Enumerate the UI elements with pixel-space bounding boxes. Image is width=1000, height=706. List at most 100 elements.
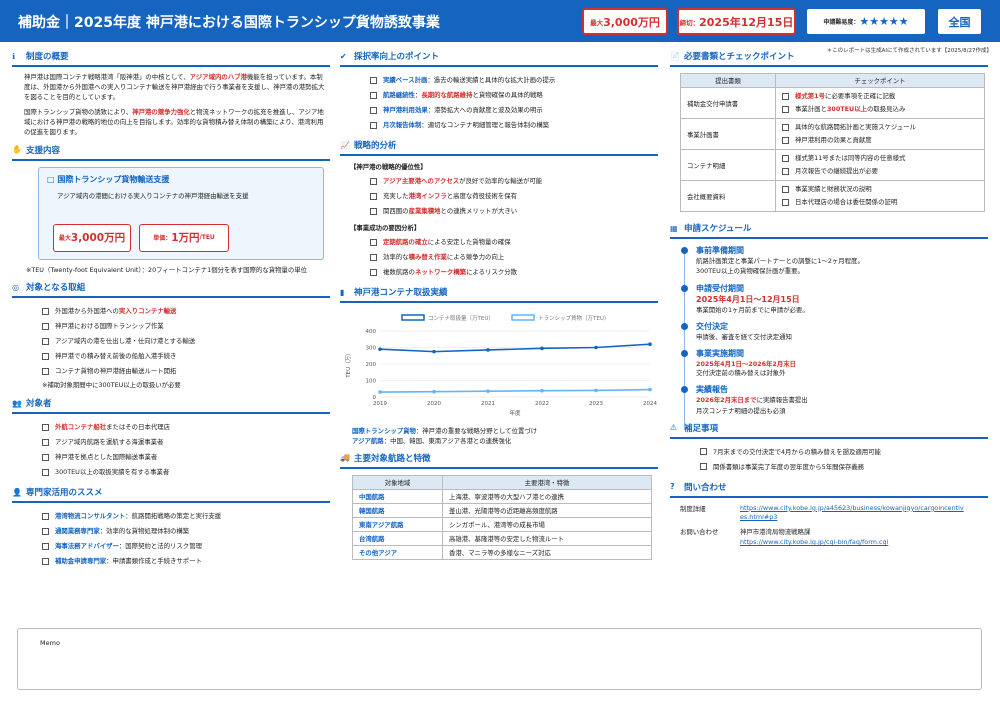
list-item: 300TEU以上の取扱実績を有する事業者 xyxy=(42,465,330,480)
handshake-icon: ✋ xyxy=(12,145,22,155)
data-point xyxy=(540,388,544,393)
chart-icon: 📈 xyxy=(340,140,350,150)
eligible-list: 外航コンテナ船社またはその日本代理店 アジア域内航路を運航する海運事業者 神戸港… xyxy=(42,420,330,480)
x-axis-label: 年度 xyxy=(509,409,521,417)
series-line xyxy=(379,388,651,393)
routes-table: 対象地域 主要港湾・特徴 中国航路 上海港、寧波港等の大型ハブ港との連携 韓国航路釜… xyxy=(352,474,652,560)
detail-link[interactable]: https://www.city.kobe.lg.jp/a45623/busin… xyxy=(740,504,965,523)
legend-swatch xyxy=(401,314,425,321)
target-icon: ◎ xyxy=(12,282,19,292)
list-item: 関西圏の産業集積地との連携メリットが大きい xyxy=(370,204,658,219)
max-amount-badge: 最大 3,000万円 xyxy=(582,8,668,35)
truck-icon: 🚚 xyxy=(340,453,350,463)
chart-note-1: 国際トランシップ貨物：神戸港の重要な戦略分野として位置づけ xyxy=(352,427,538,435)
table-row: 事業計画書 具体的な航路開拓計画と実施スケジュール 神戸港利用の効果と貢献度 xyxy=(680,118,985,150)
y-tick-label: 100 xyxy=(366,379,377,385)
page-title: 補助金｜2025年度 神戸港における国際トランシップ貨物誘致事業 xyxy=(18,15,440,31)
data-point xyxy=(594,345,598,350)
table-row: 東南アジア航路 シンガポール、港湾等の成長市場 xyxy=(352,516,652,532)
section-docs: 📄 必要書類とチェックポイント xyxy=(670,50,988,67)
left-column: ℹ 制度の概要 神戸港は国際コンテナ戦略港湾「阪神港」の中核として、アジア域内のハ… xyxy=(12,48,330,569)
section-routes: 🚚 主要対象航路と特徴 xyxy=(340,452,658,469)
table-row: 韓国航路 釜山港、光陽港等の近距離高頻度航路 xyxy=(352,502,652,518)
section-points: ✔ 採択率向上のポイント xyxy=(340,50,658,67)
warning-icon: ⚠ xyxy=(670,423,678,433)
person-icon: 👤 xyxy=(12,487,22,497)
timeline: 事前準備期間 航路計画策定と事業パートナーとの調整に1〜2ヶ月程度。 300TEU以… xyxy=(676,245,988,429)
y-axis-label: TEU（万） xyxy=(345,350,352,378)
faq-link[interactable]: https://www.city.kobe.lg.jp/cgi-bin/faq/… xyxy=(740,538,888,546)
section-eligible: 👥 対象者 xyxy=(12,397,330,415)
table-row: 台湾航路 高雄港、基隆港等の安定した物流ルート xyxy=(352,530,652,546)
section-schedule: ▦ 申請スケジュール xyxy=(670,222,988,239)
list-item: 7月末までの交付決定で4月からの積み替えを遡及適用可能 xyxy=(700,445,988,460)
section-targets: ◎ 対象となる取組 xyxy=(12,281,330,299)
data-point xyxy=(648,342,652,346)
support-box-title: □ 国際トランシップ貨物輸送支援 xyxy=(47,174,170,184)
max-amount-box: 最大 3,000万円 xyxy=(53,223,131,252)
list-item: 通関業務専門家：効率的な貨物処理体制の構築 xyxy=(42,524,330,539)
list-item: 港湾物流コンサルタント：航路開拓戦略の策定と実行支援 xyxy=(42,509,330,524)
section-chart: ▮ 神戸港コンテナ取扱実績 xyxy=(340,286,658,303)
docs-table: 提出書類 チェックポイント 補助金交付申請書 様式第1号に必要事項を正確に記載 事業計… xyxy=(680,73,985,212)
data-point xyxy=(540,346,544,351)
data-point xyxy=(486,348,490,352)
contact-row-1: 制度詳細 https://www.city.kobe.lg.jp/a45623/… xyxy=(680,503,965,523)
document-icon: 📄 xyxy=(670,51,680,61)
region-button[interactable]: 全国 xyxy=(937,8,982,35)
list-item: 複数航路のネットワーク構築によるリスク分散 xyxy=(370,265,658,280)
teu-note: ※TEU（Twenty-foot Equivalent Unit）：20フィート… xyxy=(26,265,308,274)
list-item: アジア域内の港を仕出し港・仕向け港とする輸送 xyxy=(42,334,330,349)
middle-column: ✔ 採択率向上のポイント 実績ベース計画：過去の輸送実績と具体的な拡大計画の提示 … xyxy=(340,48,658,560)
check-icon: ✔ xyxy=(340,51,347,61)
timeline-item: 事業実施期間 2025年4月1日〜2026年2月末日 交付決定前の積み替えは対象外 xyxy=(676,348,988,378)
section-overview: ℹ 制度の概要 xyxy=(12,50,330,67)
x-tick-label: 2019 xyxy=(373,401,387,407)
data-point xyxy=(594,388,598,393)
table-row: 補助金交付申請書 様式第1号に必要事項を正確に記載 事業計画と300TEU以上の取扱… xyxy=(680,87,985,119)
users-icon: 👥 xyxy=(12,398,22,408)
data-point xyxy=(432,349,436,354)
section-contact: ? 問い合わせ xyxy=(670,481,988,498)
y-tick-label: 400 xyxy=(366,329,377,335)
x-tick-label: 2022 xyxy=(535,401,549,407)
memo-area[interactable]: Memo xyxy=(17,628,982,690)
question-icon: ? xyxy=(670,482,675,492)
header-bar: 補助金｜2025年度 神戸港における国際トランシップ貨物誘致事業 最大 3,000… xyxy=(0,0,1000,42)
targets-list: 外国港から外国港への実入りコンテナ輸送 神戸港における国際トランシップ作業 アジ… xyxy=(42,304,330,379)
x-tick-label: 2024 xyxy=(643,401,657,407)
unit-price-box: 単価： 1万円/TEU xyxy=(139,223,229,252)
table-row: 中国航路 上海港、寧波港等の大型ハブ港との連携 xyxy=(352,488,652,504)
data-point xyxy=(648,387,652,392)
data-point xyxy=(486,389,490,394)
list-item: コンテナ貨物の神戸港経由輸送ルート開拓 xyxy=(42,364,330,379)
data-point xyxy=(432,389,436,394)
list-item: 外国港から外国港への実入りコンテナ輸送 xyxy=(42,304,330,319)
table-row: その他アジア 香港、マニラ等の多様なニーズ対応 xyxy=(352,544,652,560)
x-tick-label: 2021 xyxy=(481,401,495,407)
list-item: 効率的な積み替え作業による競争力の向上 xyxy=(370,250,658,265)
section-support: ✋ 支援内容 xyxy=(12,144,330,161)
list-item: アジア主要港へのアクセスが良好で効率的な輸送が可能 xyxy=(370,174,658,189)
overview-p2: 国際トランシップ貨物の誘致により、神戸港の競争力強化と物流ネットワークの拡充を推… xyxy=(24,107,324,136)
overview-p1: 神戸港は国際コンテナ戦略港湾「阪神港」の中核として、アジア域内のハブ港機能を担っ… xyxy=(24,73,325,101)
timeline-item: 交付決定 申請後、審査を経て交付決定通知 xyxy=(676,321,988,342)
difficulty-badge: 申請難易度： ★★★★★ xyxy=(806,8,926,35)
table-row: コンテナ明細 様式第11号または同等内容の任意様式 月次報告での継続提出が必要 xyxy=(680,149,985,181)
list-item: 海事法務アドバイザー：国際契約と法的リスク管理 xyxy=(42,539,330,554)
section-experts: 👤 専門家活用のススメ xyxy=(12,486,330,504)
container-chart: 01002003004002019 2020 2021 2022 2023 2024年度T… xyxy=(345,314,657,417)
contact-row-2: お問い合わせ 神戸市港湾局物流戦略課 https://www.city.kobe.… xyxy=(680,527,889,547)
timeline-item: 実績報告 2026年2月末日までに実績報告書提出 月次コンテナ明細の提出も必須 xyxy=(676,384,988,416)
y-tick-label: 300 xyxy=(366,346,377,352)
list-item: 実績ベース計画：過去の輸送実績と具体的な拡大計画の提示 xyxy=(370,73,658,88)
list-item: アジア域内航路を運航する海運事業者 xyxy=(42,435,330,450)
legend-swatch xyxy=(511,314,535,321)
table-row: 会社概要資料 事業実績と財務状況の説明 日本代理店の場合は委任関係の証明 xyxy=(680,180,985,212)
timeline-item: 事前準備期間 航路計画策定と事業パートナーとの調整に1〜2ヶ月程度。 300TEU以… xyxy=(676,245,988,277)
points-list: 実績ベース計画：過去の輸送実績と具体的な拡大計画の提示 航路継続性：長期的な航路… xyxy=(370,73,658,133)
bar-chart-icon: ▮ xyxy=(340,287,345,297)
support-box-desc: アジア域内の港間における実入りコンテナの神戸港経由輸送を支援 xyxy=(57,191,249,200)
series-line xyxy=(379,343,651,353)
legend-label: トランシップ貨物（万TEU） xyxy=(538,314,609,322)
